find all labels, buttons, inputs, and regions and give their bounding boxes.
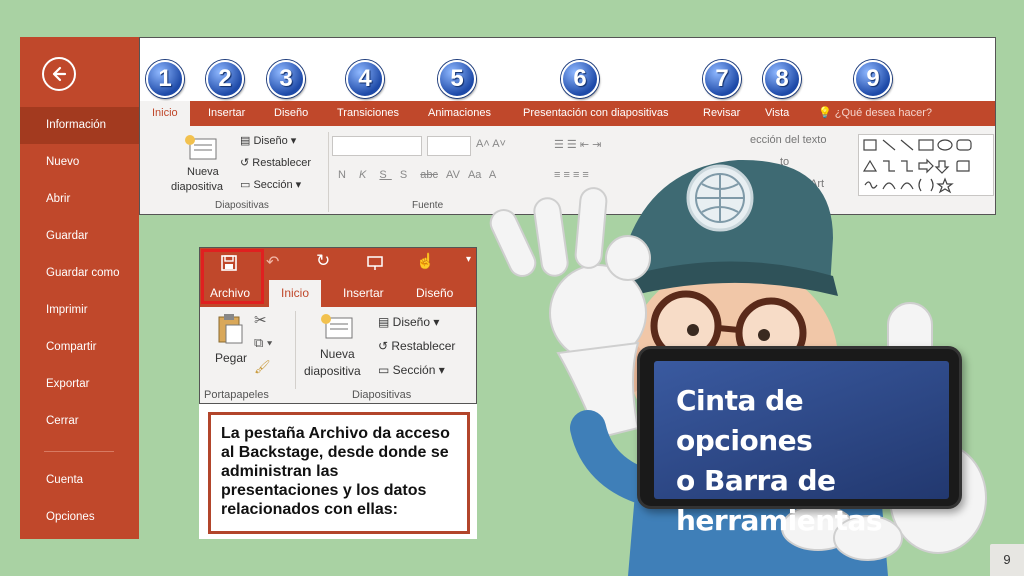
- present-icon[interactable]: [366, 254, 384, 277]
- reset-icon: ↺: [378, 339, 392, 353]
- mini-ribbon: ↶ ↻ ☝ ▾ Archivo Inicio Insertar Diseño P…: [199, 247, 477, 404]
- spacing-icon[interactable]: AV: [446, 169, 460, 181]
- bold-icon[interactable]: N: [338, 169, 351, 181]
- backstage-item-opciones[interactable]: Opciones: [20, 499, 139, 536]
- backstage-item-compartir[interactable]: Compartir: [20, 329, 139, 366]
- number-badge: 8: [763, 60, 801, 98]
- layout-button[interactable]: ▤ Diseño ▾: [240, 134, 296, 147]
- layout-icon: ▤: [240, 135, 254, 147]
- underline-icon[interactable]: S: [379, 169, 391, 181]
- number-badge: 2: [206, 60, 244, 98]
- group-label-diapositivas: Diapositivas: [215, 200, 269, 211]
- tab-insertar[interactable]: Insertar: [208, 101, 245, 126]
- number-badge: 4: [346, 60, 384, 98]
- paste-label: Pegar: [215, 351, 248, 365]
- number-badge: 5: [438, 60, 476, 98]
- new-slide-label: Nueva: [187, 166, 219, 178]
- backstage-item-imprimir[interactable]: Imprimir: [20, 292, 139, 329]
- paste-icon[interactable]: [216, 313, 244, 350]
- font-format-buttons[interactable]: N K S S abc AV Aa A: [338, 169, 501, 181]
- group-label-fuente: Fuente: [412, 200, 444, 211]
- number-badge: 9: [854, 60, 892, 98]
- backstage-item-exportar[interactable]: Exportar: [20, 366, 139, 403]
- change-case-icon[interactable]: Aa: [468, 169, 481, 181]
- section-button[interactable]: ▭ Sección ▾: [240, 178, 301, 191]
- layout-icon: ▤: [378, 315, 393, 329]
- phone-screen: Cinta de opciones o Barra de herramienta…: [654, 361, 949, 537]
- backstage-item-cerrar[interactable]: Cerrar: [20, 403, 139, 440]
- customize-icon[interactable]: ▾: [466, 254, 471, 265]
- mini-new-slide-icon[interactable]: [320, 313, 356, 346]
- backstage-item-informacion[interactable]: Información: [20, 107, 139, 144]
- font-name-input[interactable]: [332, 136, 422, 156]
- mini-tab-insertar[interactable]: Insertar: [343, 280, 384, 307]
- card-title-line-3: herramientas: [676, 504, 883, 537]
- mini-new-slide-label: Nueva: [320, 347, 355, 361]
- format-painter-icon[interactable]: 🖌: [254, 359, 271, 375]
- number-badge: 6: [561, 60, 599, 98]
- backstage-sidebar: Información Nuevo Abrir Guardar Guardar …: [20, 37, 139, 539]
- description-panel: La pestaña Archivo da acceso al Backstag…: [199, 404, 477, 539]
- backstage-item-abrir[interactable]: Abrir: [20, 181, 139, 218]
- mini-layout-button[interactable]: ▤ Diseño ▾: [378, 315, 439, 329]
- italic-icon[interactable]: K: [359, 169, 371, 181]
- touch-icon[interactable]: ☝: [416, 252, 435, 270]
- new-slide-icon[interactable]: [184, 134, 220, 167]
- cut-icon[interactable]: ✂: [254, 311, 267, 329]
- mini-ribbon-body: Pegar ✂ ⧉ ▾ 🖌 Portapapeles Nueva diaposi…: [200, 307, 476, 403]
- mini-section-button[interactable]: ▭ Sección ▾: [378, 363, 445, 377]
- mini-tab-inicio[interactable]: Inicio: [269, 280, 322, 307]
- mini-tab-diseno[interactable]: Diseño: [416, 280, 453, 307]
- group-separator: [328, 132, 329, 212]
- tab-animaciones[interactable]: Animaciones: [428, 101, 491, 126]
- card-title-line-1: Cinta de opciones: [676, 384, 813, 457]
- backstage-item-cuenta[interactable]: Cuenta: [20, 462, 139, 499]
- tab-vista[interactable]: Vista: [765, 101, 789, 126]
- back-arrow-icon[interactable]: [42, 57, 76, 91]
- tab-inicio[interactable]: Inicio: [140, 101, 190, 126]
- tab-presentacion[interactable]: Presentación con diapositivas: [523, 101, 669, 126]
- font-size-input[interactable]: [427, 136, 471, 156]
- lightbulb-icon: 💡: [818, 107, 832, 119]
- redo-icon[interactable]: ↻: [316, 251, 330, 271]
- group-label-diapositivas: Diapositivas: [352, 389, 412, 401]
- reset-icon: ↺: [240, 157, 253, 169]
- phone-title-card: Cinta de opciones o Barra de herramienta…: [637, 346, 962, 537]
- number-badge: 1: [146, 60, 184, 98]
- undo-icon[interactable]: ↶: [266, 252, 279, 272]
- backstage-item-guardar-como[interactable]: Guardar como: [20, 255, 139, 292]
- reset-button[interactable]: ↺ Restablecer: [240, 156, 311, 169]
- page-number: 9: [990, 544, 1024, 576]
- group-label-portapapeles: Portapapeles: [204, 389, 269, 401]
- number-badge: 7: [703, 60, 741, 98]
- tab-revisar[interactable]: Revisar: [703, 101, 740, 126]
- new-slide-label-2: diapositiva: [171, 181, 223, 193]
- backstage-item-nuevo[interactable]: Nuevo: [20, 144, 139, 181]
- backstage-item-guardar[interactable]: Guardar: [20, 218, 139, 255]
- mini-new-slide-label-2: diapositiva: [304, 364, 361, 378]
- card-title-line-2: o Barra de: [676, 464, 836, 497]
- shadow-icon[interactable]: S: [400, 169, 412, 181]
- tell-me-search[interactable]: 💡 ¿Qué desea hacer?: [818, 101, 932, 126]
- tab-transiciones[interactable]: Transiciones: [337, 101, 399, 126]
- ribbon-tab-bar: Inicio Insertar Diseño Transiciones Anim…: [140, 101, 995, 126]
- mini-reset-button[interactable]: ↺ Restablecer: [378, 339, 455, 353]
- archivo-highlight-box: [201, 249, 264, 304]
- group-separator: [295, 311, 296, 389]
- section-icon: ▭: [240, 179, 254, 191]
- tell-me-label: ¿Qué desea hacer?: [834, 107, 932, 119]
- strikethrough-icon[interactable]: abc: [420, 169, 438, 181]
- backstage-divider: [44, 451, 114, 452]
- copy-icon[interactable]: ⧉ ▾: [254, 335, 272, 351]
- number-badges: 1 2 3 4 5 6 7 8 9: [140, 38, 995, 100]
- tab-diseno[interactable]: Diseño: [274, 101, 308, 126]
- section-icon: ▭: [378, 363, 393, 377]
- description-text: La pestaña Archivo da acceso al Backstag…: [208, 412, 470, 534]
- number-badge: 3: [267, 60, 305, 98]
